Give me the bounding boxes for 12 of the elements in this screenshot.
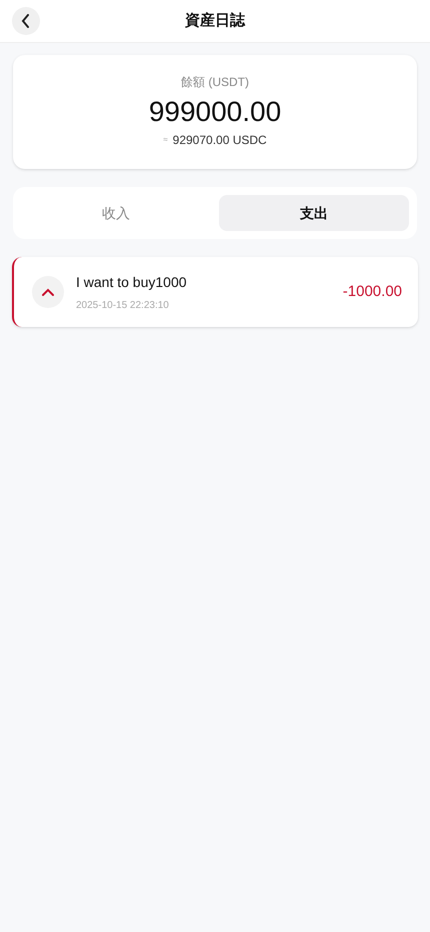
tab[interactable]: 支出 xyxy=(219,195,409,231)
back-icon xyxy=(20,14,32,28)
converted-amount: 929070.00 USDC xyxy=(172,132,267,149)
balance-amount: 999000.00 xyxy=(148,95,282,129)
balance-label: 餘額 (USDT) xyxy=(181,74,249,91)
approx-sign: ≈ xyxy=(163,134,168,146)
back-button[interactable] xyxy=(12,7,40,35)
page-title: 資産日誌 xyxy=(185,10,245,31)
transaction-amount: -1000.00 xyxy=(342,282,402,302)
transaction-title: I want to buy1000 xyxy=(76,272,188,292)
arrow-up-icon xyxy=(32,276,64,308)
transaction-time: 2025-10-15 22:23:10 xyxy=(76,298,170,312)
